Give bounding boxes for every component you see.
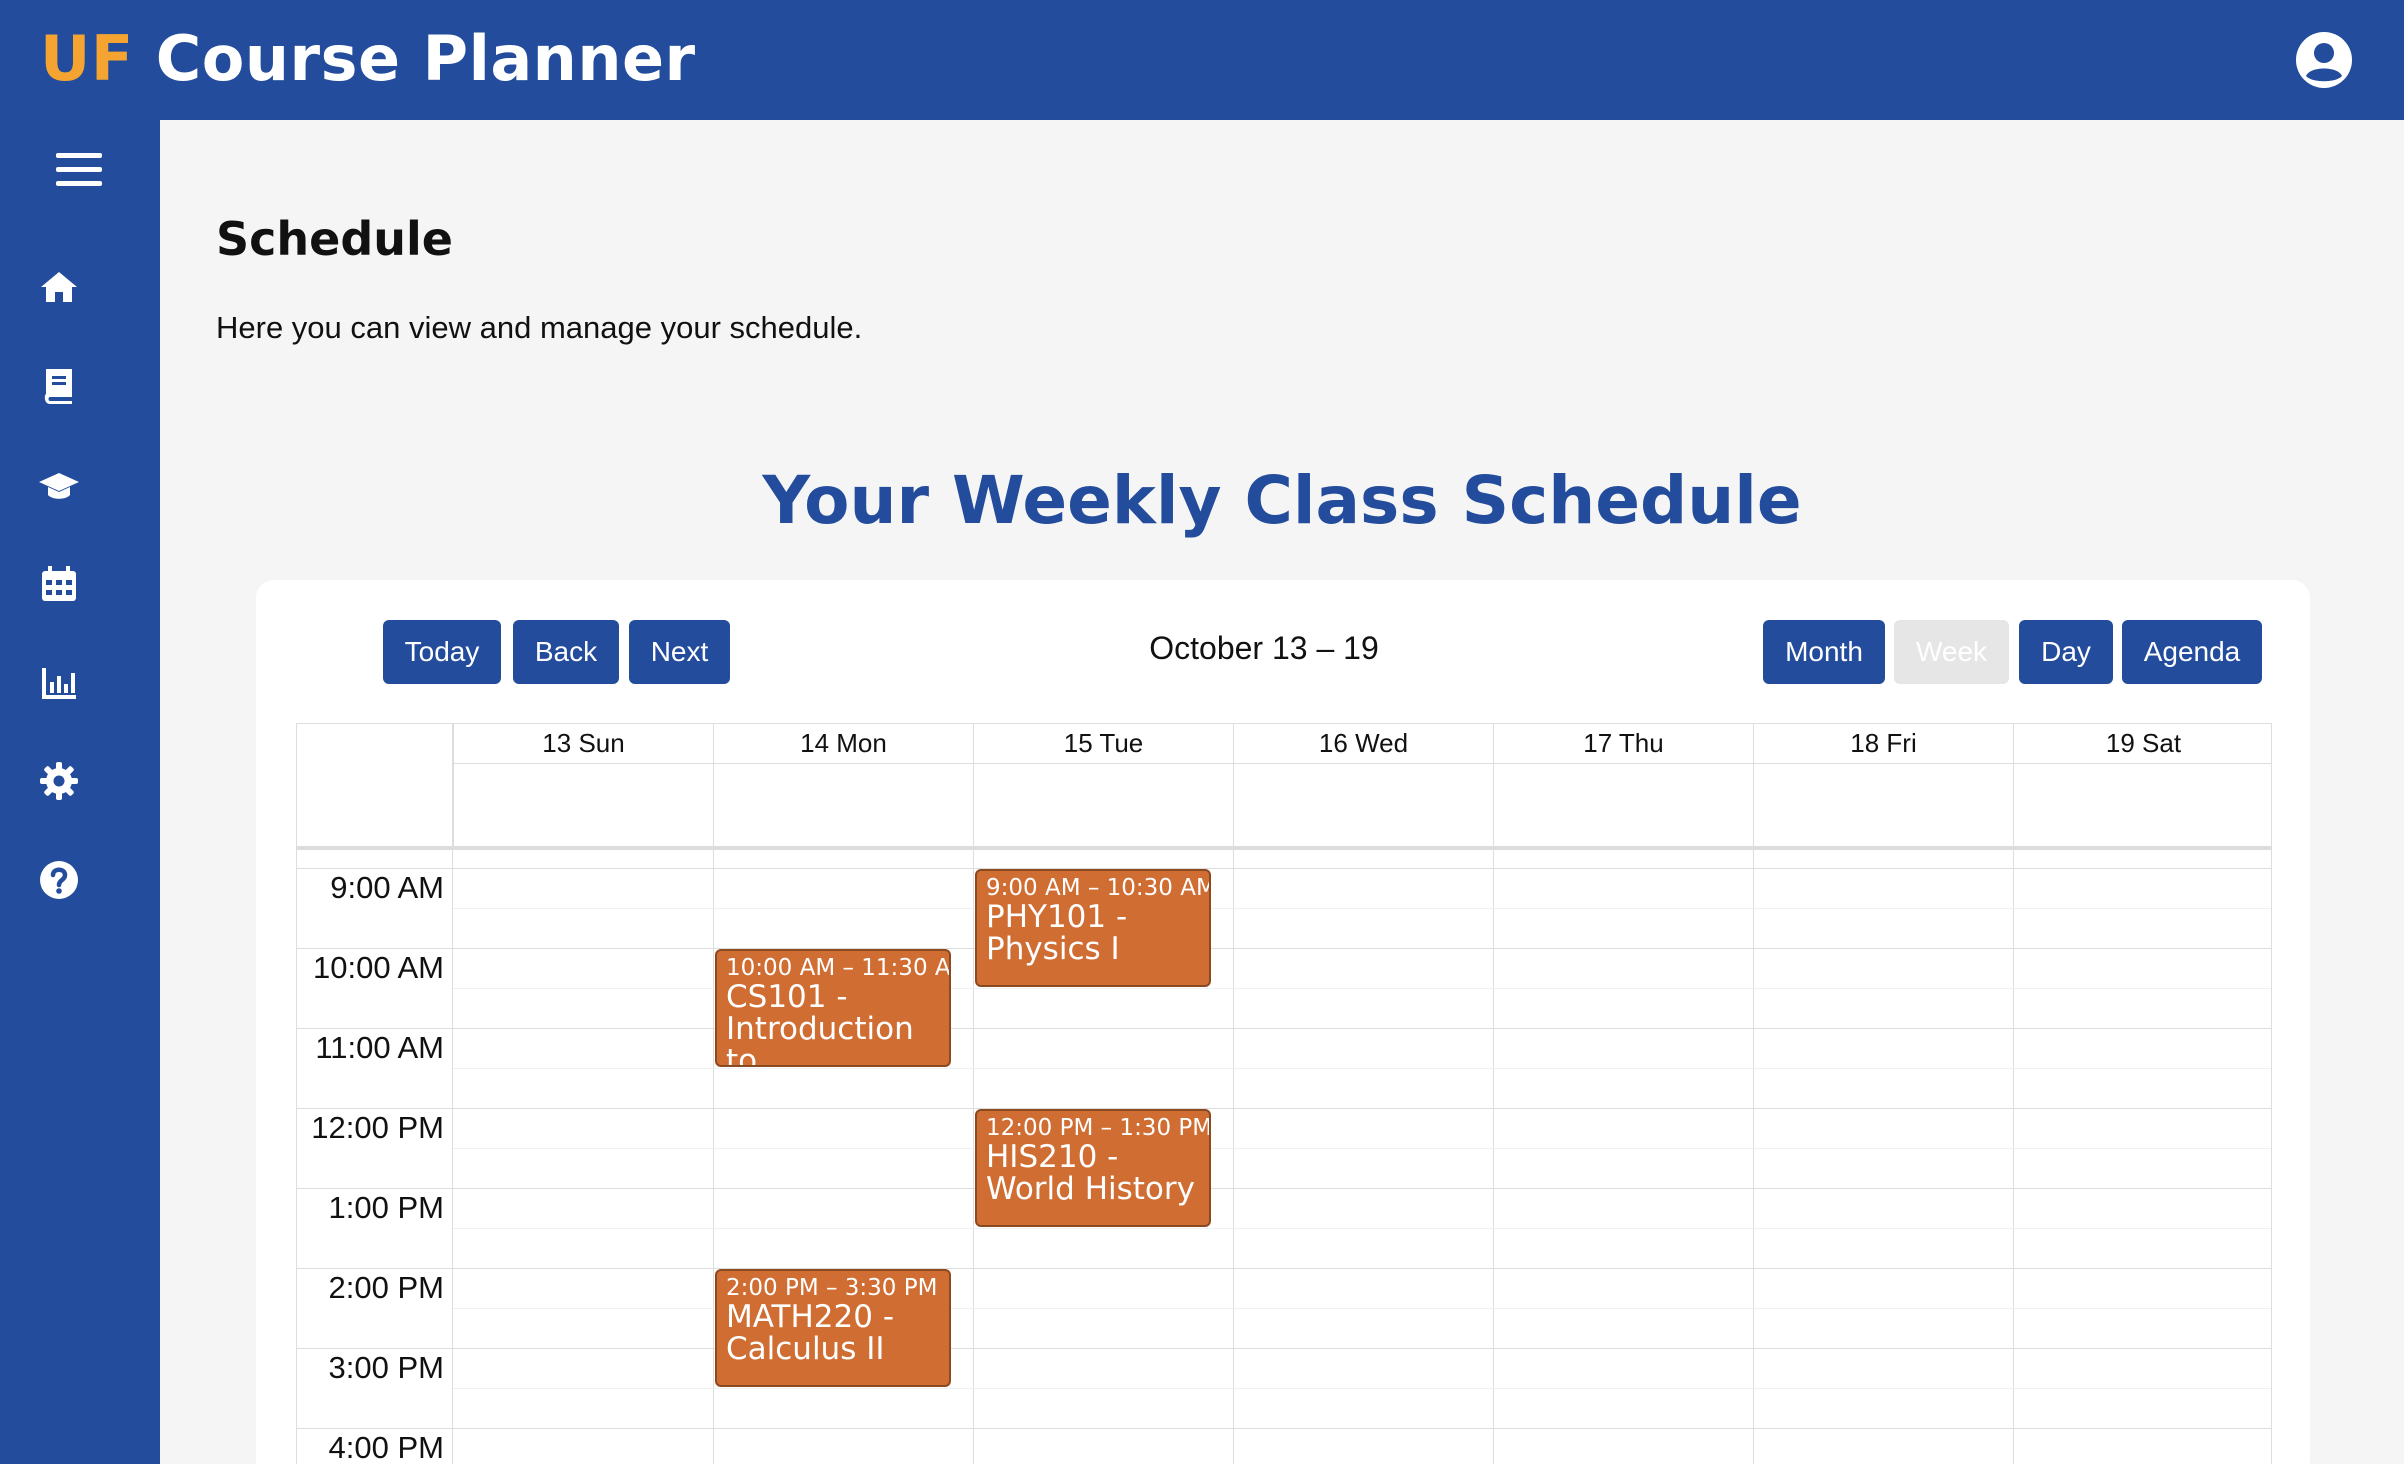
calendar-card: Today Back Next October 13 – 19 Month We… [256,580,2310,1464]
main-content: Schedule Here you can view and manage yo… [176,120,2350,1464]
help-icon[interactable] [38,859,80,901]
all-day-cell[interactable] [1233,764,1493,846]
day-divider [1493,850,1494,1464]
all-day-cell[interactable] [1493,764,1753,846]
event-title: PHY101 - Physics I [986,899,1128,967]
time-slot-label: 3:00 PM [328,1350,444,1385]
time-slot-label: 4:00 PM [328,1430,444,1464]
day-header[interactable]: 16 Wed [1233,724,1493,764]
all-day-cell[interactable] [713,764,973,846]
app-brand[interactable]: UF Course Planner [40,22,696,95]
all-day-cell[interactable] [1753,764,2013,846]
day-divider [1753,850,1754,1464]
class-event[interactable]: 10:00 AM – 11:30 AM CS101 - Introduction … [715,949,951,1067]
day-divider [713,850,714,1464]
hour-line [297,1108,2271,1109]
next-button[interactable]: Next [629,620,730,684]
day-header[interactable]: 18 Fri [1753,724,2013,764]
time-slot-label: 9:00 AM [330,870,444,905]
date-range-label: October 13 – 19 [1149,630,1379,666]
class-event[interactable]: 2:00 PM – 3:30 PM MATH220 - Calculus II [715,1269,951,1387]
week-grid: 13 Sun 14 Mon 15 Tue 16 Wed 17 Thu 18 Fri 19 S… [296,723,2272,1464]
day-view-button[interactable]: Day [2019,620,2113,684]
half-hour-line [453,1068,2271,1069]
time-slot-label: 1:00 PM [328,1190,444,1225]
back-button[interactable]: Back [513,620,619,684]
time-slot-label: 12:00 PM [311,1110,444,1145]
event-time: 9:00 AM – 10:30 AM [986,875,1211,901]
day-header[interactable]: 13 Sun [453,724,713,764]
book-icon[interactable] [38,365,80,407]
half-hour-line [453,1148,2271,1149]
time-slot-label: 2:00 PM [328,1270,444,1305]
calendar-heading: Your Weekly Class Schedule [762,462,1802,539]
menu-icon[interactable] [56,150,102,190]
time-slot-label: 10:00 AM [313,950,444,985]
day-header[interactable]: 14 Mon [713,724,973,764]
hour-line [297,1348,2271,1349]
agenda-view-button[interactable]: Agenda [2122,620,2262,684]
day-header[interactable]: 19 Sat [2013,724,2271,764]
event-title: CS101 - Introduction to Programming [726,979,914,1067]
hour-line [297,948,2271,949]
day-divider [1233,850,1234,1464]
all-day-separator [297,846,2271,850]
class-event[interactable]: 9:00 AM – 10:30 AM PHY101 - Physics I [975,869,1211,987]
week-view-button[interactable]: Week [1894,620,2009,684]
day-header[interactable]: 15 Tue [973,724,1233,764]
hour-line [297,1268,2271,1269]
event-time: 10:00 AM – 11:30 AM [726,955,951,981]
user-circle-icon[interactable] [2294,30,2354,90]
half-hour-line [453,1388,2271,1389]
brand-prefix: UF [40,22,134,95]
chart-icon[interactable] [38,662,80,704]
event-title: HIS210 - World History [986,1139,1195,1207]
page-title: Schedule [216,212,453,266]
sidebar [0,120,160,1464]
time-slot-label: 11:00 AM [315,1030,444,1065]
hour-line [297,1028,2271,1029]
half-hour-line [453,1228,2271,1229]
month-view-button[interactable]: Month [1763,620,1885,684]
all-day-cell[interactable] [453,764,713,846]
hour-line [297,868,2271,869]
day-divider [2013,850,2014,1464]
today-button[interactable]: Today [383,620,501,684]
half-hour-line [453,908,2271,909]
page-description: Here you can view and manage your schedu… [216,310,863,345]
calendar-icon[interactable] [38,563,80,605]
event-time: 12:00 PM – 1:30 PM [986,1115,1211,1141]
all-day-cell[interactable] [973,764,1233,846]
top-bar: UF Course Planner [0,0,2404,120]
gear-icon[interactable] [38,760,80,802]
hour-line [297,1428,2271,1429]
home-icon[interactable] [38,266,80,308]
hour-line [297,1188,2271,1189]
event-time: 2:00 PM – 3:30 PM [726,1275,938,1301]
all-day-cell[interactable] [2013,764,2271,846]
class-event[interactable]: 12:00 PM – 1:30 PM HIS210 - World History [975,1109,1211,1227]
day-header[interactable]: 17 Thu [1493,724,1753,764]
event-title: MATH220 - Calculus II [726,1299,895,1367]
day-divider [973,850,974,1464]
graduation-cap-icon[interactable] [38,465,80,507]
brand-name: Course Planner [155,22,696,95]
